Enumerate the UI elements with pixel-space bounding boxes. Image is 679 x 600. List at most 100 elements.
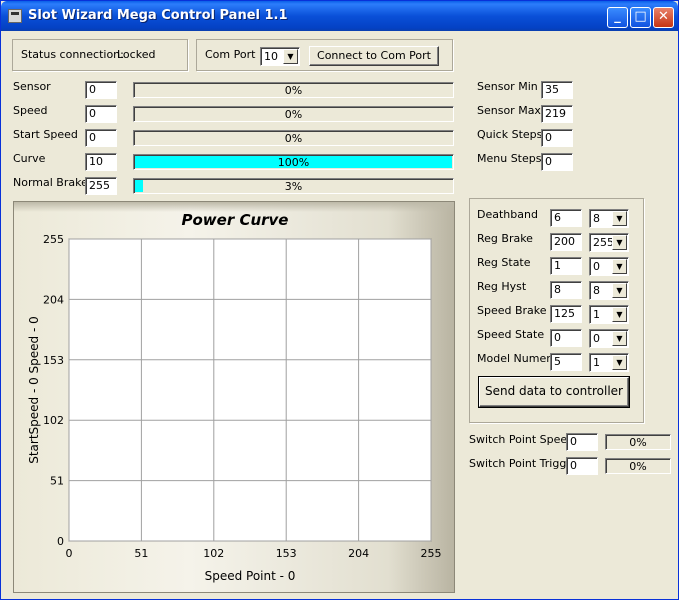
reg-hyst-input[interactable]: 8 [550, 281, 582, 299]
speed-percent: 0% [284, 108, 303, 121]
maximize-button[interactable]: □ [630, 7, 651, 28]
chevron-down-icon[interactable]: ▼ [283, 49, 298, 64]
send-data-button[interactable]: Send data to controller [478, 376, 630, 408]
sensor-min-input[interactable]: 35 [541, 81, 573, 99]
reg-state-input[interactable]: 1 [550, 257, 582, 275]
speed-brake-select[interactable]: 1 ▼ [589, 305, 629, 324]
speed-input[interactable]: 0 [85, 105, 117, 123]
x-tick-label: 51 [134, 547, 148, 560]
chevron-down-icon[interactable]: ▼ [612, 307, 627, 322]
speed-state-select[interactable]: 0 ▼ [589, 329, 629, 348]
reg-brake-select[interactable]: 255 ▼ [589, 233, 629, 252]
menu-steps-input[interactable]: 0 [541, 153, 573, 171]
start-speed-percent: 0% [284, 132, 303, 145]
model-numer-select-value: 1 [593, 356, 600, 369]
x-tick-label: 153 [276, 547, 297, 560]
quick-steps-label: Quick Steps [477, 128, 543, 141]
deathband-input[interactable]: 6 [550, 209, 582, 227]
comport-label: Com Port [205, 48, 256, 61]
window-title: Slot Wizard Mega Control Panel 1.1 [28, 8, 288, 23]
normal-brake-label: Normal Brake [13, 176, 88, 189]
reg-brake-input[interactable]: 200 [550, 233, 582, 251]
chevron-down-icon[interactable]: ▼ [612, 259, 627, 274]
x-axis-label: Speed Point - 0 [205, 569, 296, 583]
sensor-input[interactable]: 0 [85, 81, 117, 99]
y-axis-label: StartSpeed - 0 Speed - 0 [27, 316, 41, 464]
model-numer-label: Model Numer [477, 352, 551, 365]
chart-title: Power Curve [182, 211, 289, 229]
main-window: Slot Wizard Mega Control Panel 1.1 _ □ ✕… [0, 0, 679, 600]
sensor-max-label: Sensor Max [477, 104, 541, 117]
sensor-progress-bar: 0% [133, 82, 454, 98]
deathband-select[interactable]: 8 ▼ [589, 209, 629, 228]
y-tick-label: 204 [43, 293, 64, 306]
start-speed-input[interactable]: 0 [85, 129, 117, 147]
reg-hyst-label: Reg Hyst [477, 280, 527, 293]
reg-brake-select-value: 255 [593, 236, 614, 249]
speed-state-label: Speed State [477, 328, 545, 341]
y-tick-label: 51 [50, 475, 64, 488]
switch-point-speed-label: Switch Point Speed [469, 433, 575, 446]
sensor-max-input[interactable]: 219 [541, 105, 573, 123]
speed-progress-bar: 0% [133, 106, 454, 122]
x-tick-label: 204 [348, 547, 369, 560]
y-tick-label: 0 [57, 535, 64, 548]
close-button[interactable]: ✕ [653, 7, 674, 28]
start-speed-label: Start Speed [13, 128, 78, 141]
sensor-label: Sensor [13, 80, 51, 93]
deathband-label: Deathband [477, 208, 538, 221]
chevron-down-icon[interactable]: ▼ [612, 331, 627, 346]
speed-brake-label: Speed Brake [477, 304, 547, 317]
sensor-percent: 0% [284, 84, 303, 97]
sensor-min-label: Sensor Min [477, 80, 538, 93]
curve-label: Curve [13, 152, 46, 165]
app-icon[interactable] [8, 9, 22, 23]
chevron-down-icon[interactable]: ▼ [612, 235, 627, 250]
switch-point-trigger-label: Switch Point Trigger [469, 457, 578, 470]
speed-state-select-value: 0 [593, 332, 600, 345]
curve-input[interactable]: 10 [85, 153, 117, 171]
normal-brake-progress-bar: 3% [133, 178, 454, 194]
switch-point-speed-progress-bar: 0% [605, 434, 671, 450]
switch-point-trigger-percent: 0% [629, 460, 647, 473]
reg-state-select[interactable]: 0 ▼ [589, 257, 629, 276]
plot-area [68, 238, 432, 542]
speed-state-input[interactable]: 0 [550, 329, 582, 347]
power-curve-chart: 0 51 102 153 204 255 0 51 102 153 204 255 Power Curv… [13, 201, 455, 593]
chevron-down-icon[interactable]: ▼ [612, 355, 627, 370]
reg-hyst-select[interactable]: 8 ▼ [589, 281, 629, 300]
chart-svg: 0 51 102 153 204 255 0 51 102 153 204 255 Power Curv… [27, 211, 442, 583]
comport-frame: Com Port 10 ▼ Connect to Com Port [196, 39, 453, 71]
model-numer-input[interactable]: 5 [550, 353, 582, 371]
reg-hyst-select-value: 8 [593, 284, 600, 297]
x-tick-label: 102 [203, 547, 224, 560]
connect-button[interactable]: Connect to Com Port [309, 46, 439, 66]
model-numer-select[interactable]: 1 ▼ [589, 353, 629, 372]
curve-progress-bar: 100% [133, 154, 454, 170]
menu-steps-label: Menu Steps [477, 152, 542, 165]
switch-point-trigger-input[interactable]: 0 [566, 457, 598, 475]
y-tick-label: 255 [43, 233, 64, 246]
title-bar[interactable]: Slot Wizard Mega Control Panel 1.1 _ □ ✕ [1, 1, 678, 31]
x-tick-label: 255 [421, 547, 442, 560]
y-tick-label: 102 [43, 414, 64, 427]
reg-state-label: Reg State [477, 256, 531, 269]
deathband-select-value: 8 [593, 212, 600, 225]
quick-steps-input[interactable]: 0 [541, 129, 573, 147]
status-label: Status connection: [21, 48, 124, 61]
speed-brake-select-value: 1 [593, 308, 600, 321]
switch-point-trigger-progress-bar: 0% [605, 458, 671, 474]
switch-point-speed-input[interactable]: 0 [566, 433, 598, 451]
normal-brake-percent: 3% [284, 180, 303, 193]
comport-value: 10 [264, 50, 278, 63]
normal-brake-input[interactable]: 255 [85, 177, 117, 195]
speed-brake-input[interactable]: 125 [550, 305, 582, 323]
status-frame: Status connection: Locked [12, 39, 188, 71]
minimize-button[interactable]: _ [607, 7, 628, 28]
chevron-down-icon[interactable]: ▼ [612, 211, 627, 226]
switch-point-speed-percent: 0% [629, 436, 647, 449]
chevron-down-icon[interactable]: ▼ [612, 283, 627, 298]
reg-brake-label: Reg Brake [477, 232, 533, 245]
comport-select[interactable]: 10 ▼ [260, 47, 300, 66]
x-tick-label: 0 [66, 547, 73, 560]
